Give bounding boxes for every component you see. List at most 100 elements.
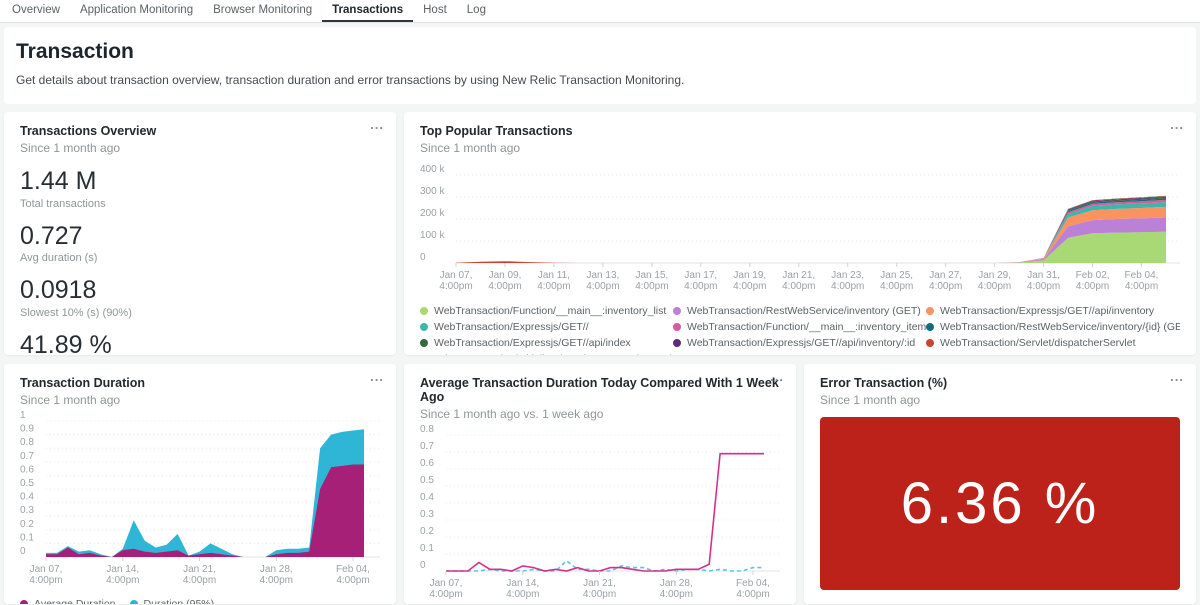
card-subtitle: Since 1 month ago xyxy=(20,393,380,407)
svg-text:4:00pm: 4:00pm xyxy=(1027,281,1060,292)
chart-svg: 400 k300 k200 k100 k0Jan 07,4:00pmJan 09… xyxy=(420,169,1180,293)
dashboard: Transaction Get details about transactio… xyxy=(0,27,1200,604)
card-subtitle: Since 1 month ago xyxy=(20,141,380,155)
tab-log[interactable]: Log xyxy=(457,0,496,22)
legend-item[interactable]: WebTransaction/RestWebService/inventory/… xyxy=(926,319,1180,335)
legend-label: WebTransaction/Expressjs/GET//api/invent… xyxy=(940,303,1154,319)
page-description: Get details about transaction overview, … xyxy=(16,73,1184,87)
avg-duration-compare-chart[interactable]: 0.80.70.60.50.40.30.20.10Jan 07,4:00pmJa… xyxy=(420,429,780,601)
svg-text:0.7: 0.7 xyxy=(420,441,434,452)
svg-text:Jan 21,: Jan 21, xyxy=(583,578,616,589)
svg-text:0.8: 0.8 xyxy=(420,424,434,435)
card-menu-icon[interactable]: ... xyxy=(370,118,384,131)
svg-text:0.1: 0.1 xyxy=(420,543,434,554)
legend-color-dot xyxy=(926,323,934,331)
svg-text:4:00pm: 4:00pm xyxy=(1125,281,1158,292)
transaction-duration-legend: Average Duration Duration (95%) xyxy=(20,596,380,604)
svg-text:0.3: 0.3 xyxy=(20,505,34,516)
tab-overview[interactable]: Overview xyxy=(2,0,70,22)
svg-text:Jan 21,: Jan 21, xyxy=(183,564,216,575)
metric-avg-duration: 0.727 Avg duration (s) xyxy=(20,223,380,265)
card-title: Error Transaction (%) xyxy=(820,376,1180,390)
svg-text:400 k: 400 k xyxy=(420,164,445,175)
tab-application-monitoring[interactable]: Application Monitoring xyxy=(70,0,203,22)
svg-text:200 k: 200 k xyxy=(420,208,445,219)
legend-color-dot xyxy=(20,600,28,604)
card-menu-icon[interactable]: ... xyxy=(770,370,784,383)
svg-text:Jan 19,: Jan 19, xyxy=(733,270,766,281)
legend-item[interactable]: WebTransaction/Expressjs/GET// xyxy=(420,319,673,335)
svg-text:4:00pm: 4:00pm xyxy=(488,281,521,292)
legend-item[interactable]: OtherTransaction/Initializer/ServletCont… xyxy=(420,351,673,355)
legend-item[interactable]: Average Duration xyxy=(20,596,116,604)
svg-text:1: 1 xyxy=(20,410,26,421)
transaction-duration-chart[interactable]: 10.90.80.70.60.50.40.30.20.10Jan 07,4:00… xyxy=(20,415,380,587)
legend-color-dot xyxy=(926,339,934,347)
svg-text:0.7: 0.7 xyxy=(20,451,34,462)
svg-text:4:00pm: 4:00pm xyxy=(183,575,216,586)
legend-item[interactable]: WebTransaction/Function/__main__:invento… xyxy=(673,319,926,335)
legend-color-dot xyxy=(673,307,681,315)
top-nav: Overview Application Monitoring Browser … xyxy=(0,0,1200,23)
legend-label: Average Duration xyxy=(34,596,116,604)
legend-label: WebTransaction/Function/__main__:invento… xyxy=(434,303,666,319)
svg-text:4:00pm: 4:00pm xyxy=(260,575,293,586)
legend-label: WebTransaction/Expressjs/GET//api/index xyxy=(434,335,631,351)
svg-text:0.8: 0.8 xyxy=(20,437,34,448)
legend-color-dot xyxy=(673,339,681,347)
svg-text:4:00pm: 4:00pm xyxy=(880,281,913,292)
page-header: Transaction Get details about transactio… xyxy=(4,27,1196,104)
svg-text:0.6: 0.6 xyxy=(20,464,34,475)
svg-text:4:00pm: 4:00pm xyxy=(336,575,369,586)
svg-text:4:00pm: 4:00pm xyxy=(537,281,570,292)
svg-text:4:00pm: 4:00pm xyxy=(733,281,766,292)
legend-item[interactable]: WebTransaction/Servlet/dispatcherServlet xyxy=(926,335,1180,351)
svg-text:Jan 17,: Jan 17, xyxy=(684,270,717,281)
card-transaction-duration: Transaction Duration Since 1 month ago .… xyxy=(4,364,396,604)
svg-text:0: 0 xyxy=(20,546,26,557)
legend-label: WebTransaction/RestWebService/inventory/… xyxy=(940,319,1180,335)
card-menu-icon[interactable]: ... xyxy=(1170,370,1184,383)
legend-item[interactable]: WebTransaction/Expressjs/GET//api/invent… xyxy=(926,303,1180,319)
tab-transactions[interactable]: Transactions xyxy=(322,0,413,22)
chart-svg: 0.80.70.60.50.40.30.20.10Jan 07,4:00pmJa… xyxy=(420,429,780,601)
tab-browser-monitoring[interactable]: Browser Monitoring xyxy=(203,0,322,22)
svg-text:Jan 11,: Jan 11, xyxy=(538,270,570,281)
svg-text:4:00pm: 4:00pm xyxy=(635,281,668,292)
svg-text:4:00pm: 4:00pm xyxy=(583,589,616,600)
legend-color-dot xyxy=(673,323,681,331)
metric-total-transactions: 1.44 M Total transactions xyxy=(20,168,380,210)
legend-item[interactable]: WebTransaction/Expressjs/GET//api/index xyxy=(420,335,673,351)
legend-item[interactable]: WebTransaction/Function/__main__:invento… xyxy=(420,303,673,319)
card-subtitle: Since 1 month ago xyxy=(820,393,1180,407)
svg-text:0.2: 0.2 xyxy=(20,519,34,530)
top-popular-legend: WebTransaction/Function/__main__:invento… xyxy=(420,303,1180,355)
svg-text:4:00pm: 4:00pm xyxy=(586,281,619,292)
tab-host[interactable]: Host xyxy=(413,0,457,22)
card-menu-icon[interactable]: ... xyxy=(370,370,384,383)
page-title: Transaction xyxy=(16,40,1184,64)
legend-color-dot xyxy=(420,307,428,315)
svg-text:4:00pm: 4:00pm xyxy=(29,575,62,586)
svg-text:4:00pm: 4:00pm xyxy=(106,575,139,586)
legend-item[interactable]: WebTransaction/RestWebService/inventory … xyxy=(673,303,926,319)
legend-item[interactable]: Duration (95%) xyxy=(130,596,215,604)
card-error-transaction: Error Transaction (%) Since 1 month ago … xyxy=(804,364,1196,604)
svg-text:4:00pm: 4:00pm xyxy=(660,589,693,600)
svg-text:4:00pm: 4:00pm xyxy=(684,281,717,292)
card-title: Transactions Overview xyxy=(20,124,380,138)
svg-text:4:00pm: 4:00pm xyxy=(782,281,815,292)
svg-text:0.9: 0.9 xyxy=(20,424,34,435)
svg-text:Feb 04,: Feb 04, xyxy=(736,578,770,589)
error-percentage-value: 6.36 % xyxy=(901,470,1100,537)
svg-text:Jan 15,: Jan 15, xyxy=(635,270,668,281)
svg-text:4:00pm: 4:00pm xyxy=(978,281,1011,292)
legend-label: WebTransaction/RestWebService/inventory … xyxy=(687,303,921,319)
card-menu-icon[interactable]: ... xyxy=(1170,118,1184,131)
legend-color-dot xyxy=(130,600,138,604)
top-popular-transactions-chart[interactable]: 400 k300 k200 k100 k0Jan 07,4:00pmJan 09… xyxy=(420,169,1180,293)
svg-text:Jan 14,: Jan 14, xyxy=(506,578,539,589)
legend-item[interactable]: WebTransaction/Expressjs/GET//api/invent… xyxy=(673,335,926,351)
metric-value: 0.727 xyxy=(20,223,380,251)
svg-text:4:00pm: 4:00pm xyxy=(439,281,472,292)
